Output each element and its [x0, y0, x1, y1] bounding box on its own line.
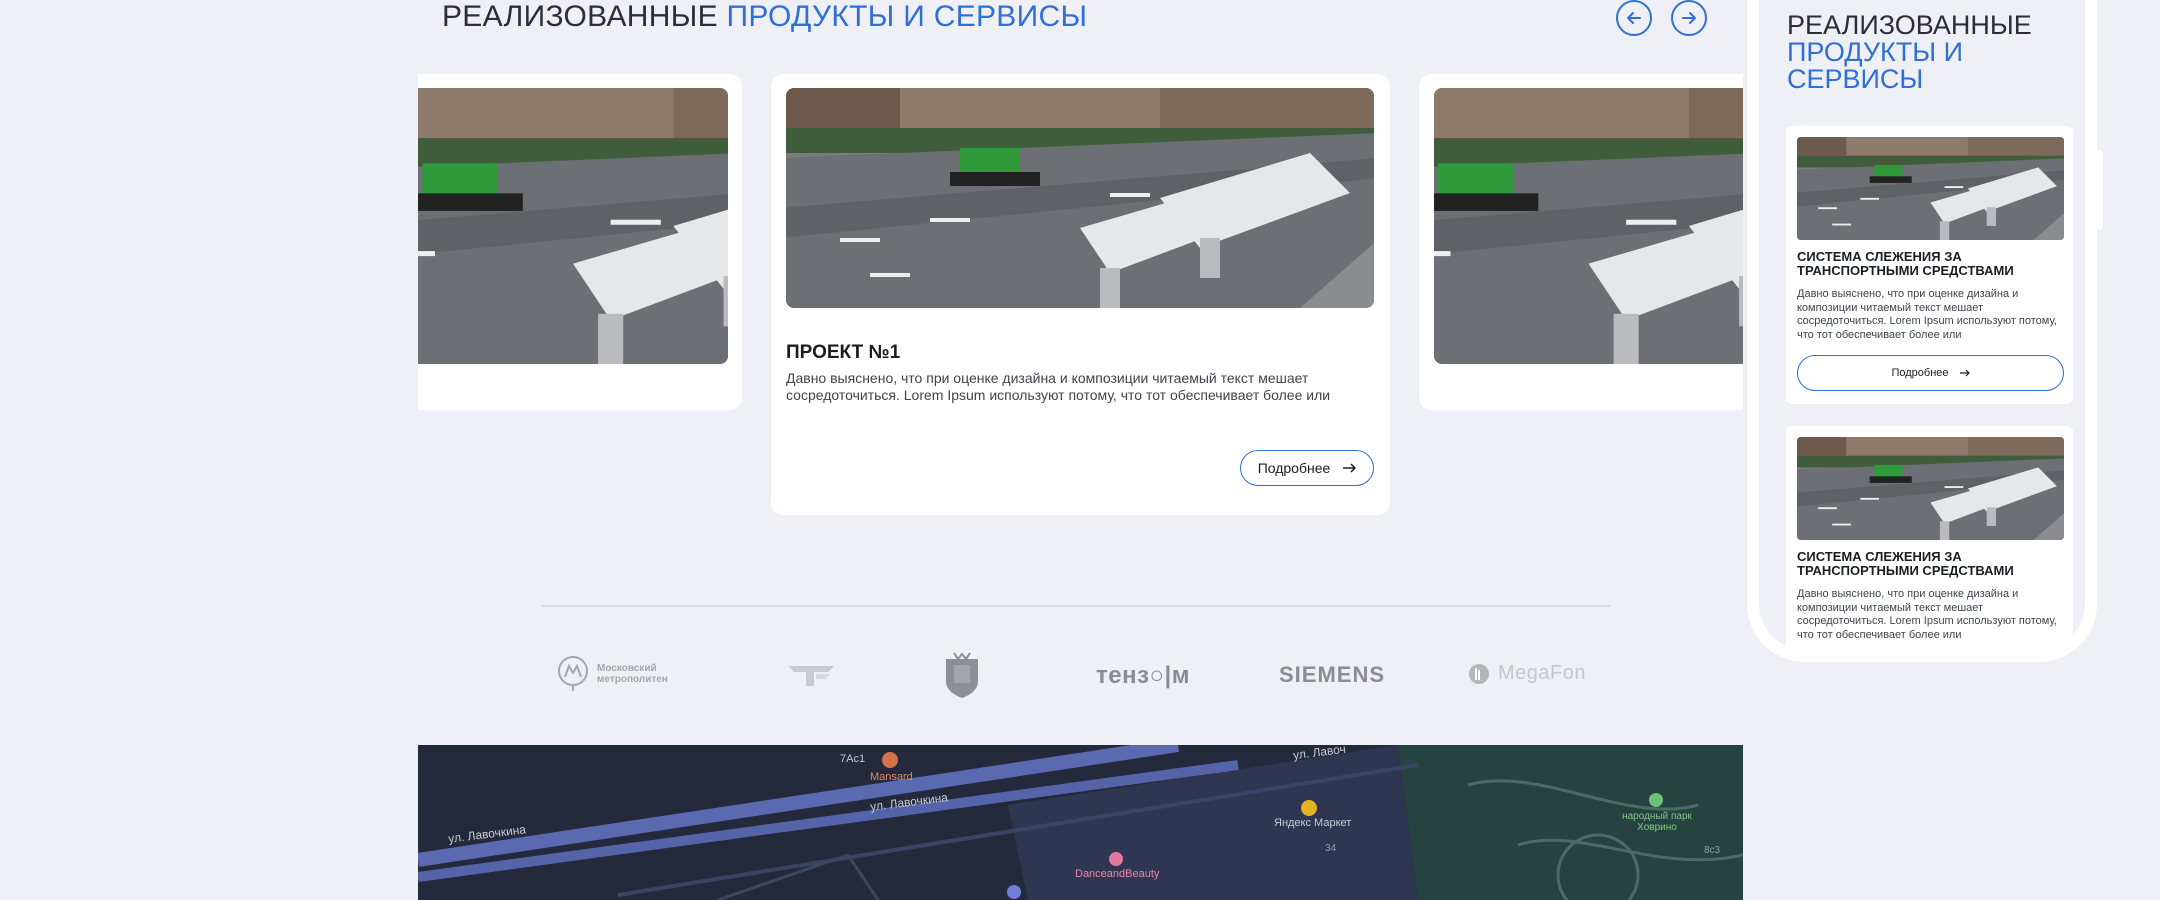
map-label-place-2: Яндекс Маркет [1274, 817, 1352, 829]
mobile-details-label: Подробнее [1891, 367, 1949, 379]
partner-logo-metro-line2: метрополитен [597, 674, 668, 685]
arrow-right-icon [1959, 369, 1970, 377]
coat-of-arms-icon [946, 652, 978, 698]
partner-logo-coat-of-arms [942, 651, 982, 699]
section-title: РЕАЛИЗОВАННЫЕ ПРОДУКТЫ И СЕРВИСЫ [442, 0, 1087, 34]
map-label-building-2: 8c3 [1704, 845, 1721, 856]
project-details-button[interactable]: Подробнее [1240, 450, 1374, 486]
mobile-section-title: РЕАЛИЗОВАННЫЕ ПРОДУКТЫ И СЕРВИСЫ [1787, 12, 2037, 93]
mobile-card-text: Давно выяснено, что при оценке дизайна и… [1797, 288, 2057, 341]
slider-next-button[interactable] [1671, 0, 1707, 36]
section-title-plain: РЕАЛИЗОВАННЫЕ [442, 0, 718, 33]
project-card-title: ПРОЕКТ №1 [786, 342, 901, 363]
slider-prev-button[interactable] [1616, 0, 1652, 36]
partner-logo-siemens: SIEMENS [1279, 662, 1385, 688]
mobile-details-button[interactable]: Подробнее [1797, 355, 2064, 391]
partner-logo-megafon-text: MegaFon [1498, 662, 1586, 684]
partner-logo-megafon: MegaFon [1468, 662, 1586, 685]
megafon-icon [1469, 663, 1489, 684]
project-card-left [418, 74, 742, 410]
mobile-card-title: СИСТЕМА СЛЕЖЕНИЯ ЗА ТРАНСПОРТНЫМИ СРЕДСТ… [1797, 249, 2014, 278]
partner-mark-icon [788, 666, 834, 686]
map-label-number-1: 34 [1325, 843, 1337, 854]
project-details-label: Подробнее [1257, 460, 1331, 476]
project-card-right [1419, 74, 1743, 410]
mobile-project-card: СИСТЕМА СЛЕЖЕНИЯ ЗА ТРАНСПОРТНЫМИ СРЕДСТ… [1786, 126, 2073, 404]
partner-logo-metro: Московский метрополитен [557, 655, 668, 693]
project-card-active: ПРОЕКТ №1 Давно выяснено, что при оценке… [771, 74, 1390, 515]
partner-logo-metro-line1: Московский [597, 663, 657, 674]
mobile-title-accent: ПРОДУКТЫ И СЕРВИСЫ [1787, 37, 1964, 94]
mobile-card-text: Давно выяснено, что при оценке дизайна и… [1797, 588, 2057, 641]
mobile-card-title: СИСТЕМА СЛЕЖЕНИЯ ЗА ТРАНСПОРТНЫМИ СРЕДСТ… [1797, 549, 2014, 578]
mobile-preview: РЕАЛИЗОВАННЫЕ ПРОДУКТЫ И СЕРВИСЫ СИСТЕМА… [1747, 0, 2097, 662]
arrow-right-icon [1682, 12, 1696, 24]
mobile-project-card: СИСТЕМА СЛЕЖЕНИЯ ЗА ТРАНСПОРТНЫМИ СРЕДСТ… [1786, 426, 2073, 650]
project-photo [1797, 437, 2064, 540]
project-photo [1434, 88, 1743, 364]
partner-logo-tensor: тенз○|м [1096, 662, 1190, 690]
mobile-title-plain: РЕАЛИЗОВАННЫЕ [1787, 10, 2032, 40]
section-title-accent: ПРОДУКТЫ И СЕРВИСЫ [726, 0, 1088, 33]
map-label-park: народный парк Ховрино [1622, 811, 1692, 833]
project-photo [786, 88, 1374, 308]
map-label-place-1: Mansard [870, 771, 913, 783]
mobile-side-tab [2097, 150, 2103, 230]
metro-logo-icon [558, 656, 588, 691]
map[interactable]: ул. Лавочкина ул. Лавочкина ул. Лавоч 7A… [418, 745, 1743, 900]
project-card-text: Давно выяснено, что при оценке дизайна и… [786, 370, 1331, 403]
partners-divider [542, 605, 1610, 607]
partner-logo-siemens-text: SIEMENS [1279, 662, 1386, 687]
map-label-place-3: DanceandBeauty [1075, 868, 1160, 880]
project-photo [1797, 137, 2064, 240]
partner-logo-tensor-text: тенз○|м [1096, 662, 1190, 689]
partner-logo-2 [786, 662, 838, 688]
arrow-left-icon [1627, 12, 1641, 24]
arrow-right-icon [1343, 463, 1357, 473]
project-photo [418, 88, 728, 364]
map-label-building-1: 7Ac1 [840, 753, 866, 765]
